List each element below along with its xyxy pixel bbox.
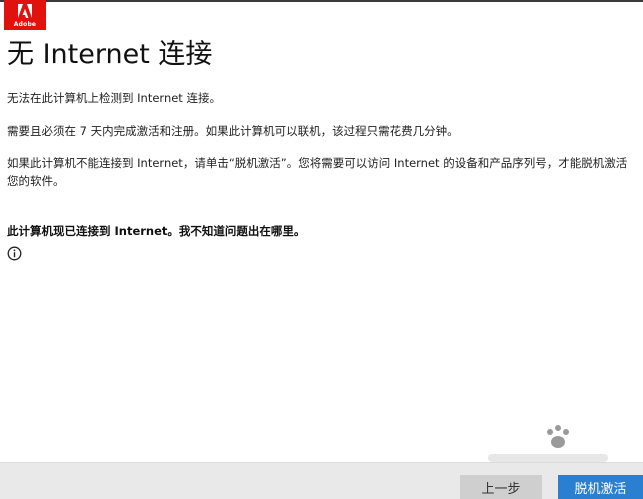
offline-activation-instructions: 如果此计算机不能连接到 Internet，请单击“脱机激活”。您将需要可以访问 … xyxy=(7,156,628,188)
page-title: 无 Internet 连接 xyxy=(7,39,213,70)
offline-activation-button[interactable]: 脱机激活 xyxy=(558,475,643,499)
adobe-a-icon xyxy=(18,4,32,18)
footer-bar: 上一步 脱机激活 xyxy=(0,462,643,499)
activation-deadline-message: 需要且必须在 7 天内完成激活和注册。如果此计算机可以联机，该过程只需花费几分钟… xyxy=(7,124,459,138)
now-connected-link[interactable]: 此计算机现已连接到 Internet。我不知道问题出在哪里。 xyxy=(7,222,305,240)
adobe-logo: Adobe xyxy=(4,0,46,30)
adobe-logo-text: Adobe xyxy=(13,21,37,28)
back-button[interactable]: 上一步 xyxy=(460,475,542,499)
info-circle-icon[interactable] xyxy=(7,246,22,261)
window-top-border xyxy=(0,0,643,2)
no-connection-message: 无法在此计算机上检测到 Internet 连接。 xyxy=(7,91,221,105)
